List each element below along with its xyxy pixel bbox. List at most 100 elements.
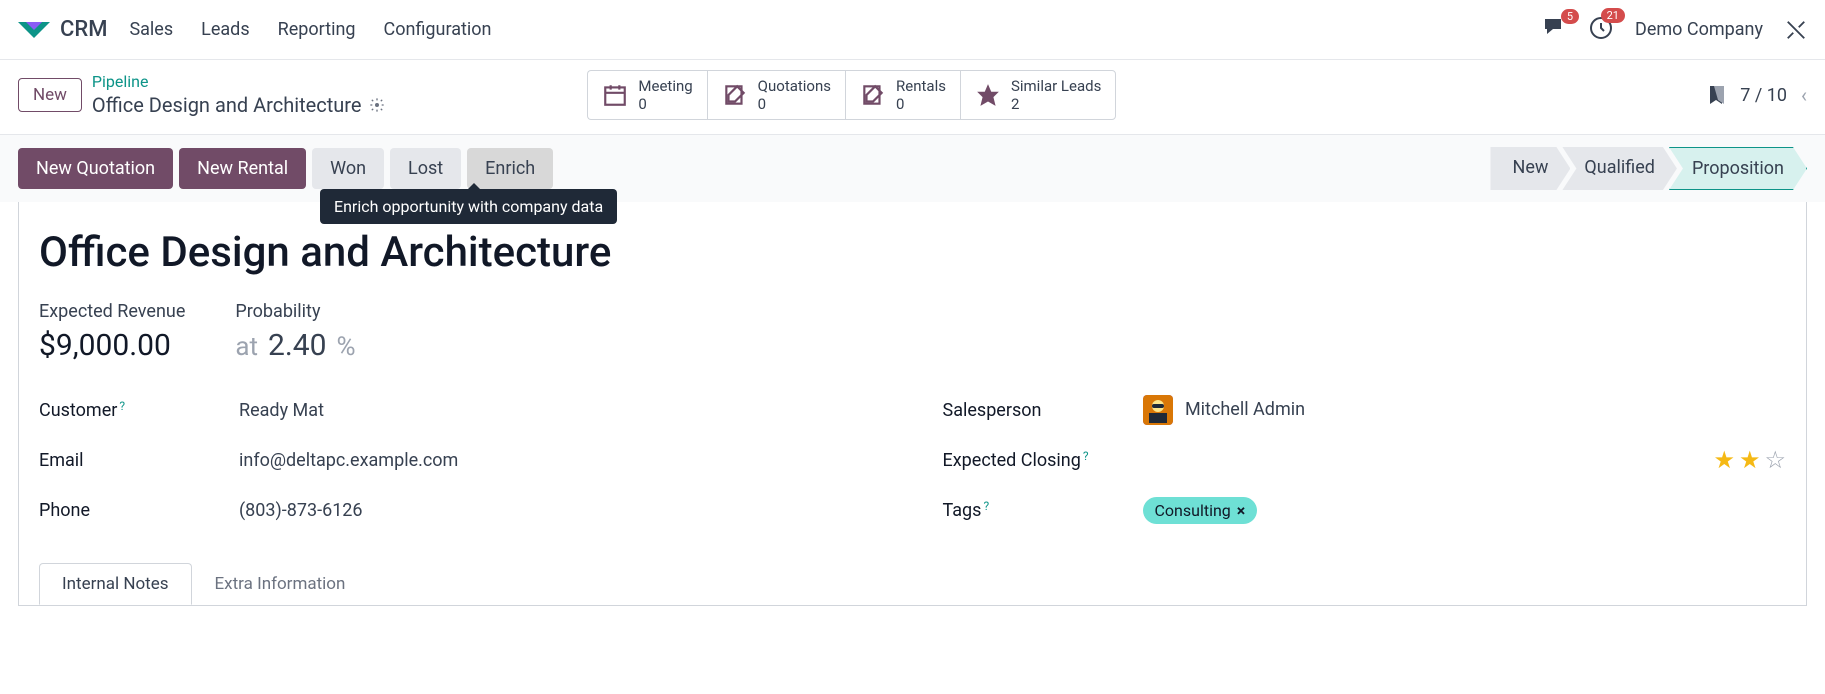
breadcrumb-link[interactable]: Pipeline bbox=[92, 72, 386, 93]
expected-closing-label: Expected Closing? bbox=[943, 450, 1143, 471]
app-logo[interactable] bbox=[18, 18, 50, 42]
stat-value: 0 bbox=[758, 95, 831, 113]
probability-label: Probability bbox=[235, 301, 355, 322]
expected-revenue-label: Expected Revenue bbox=[39, 301, 185, 322]
new-rental-button[interactable]: New Rental bbox=[179, 148, 306, 189]
form-sheet: Office Design and Architecture Expected … bbox=[18, 202, 1807, 606]
topnav-right: 5 21 Demo Company bbox=[1543, 16, 1807, 44]
nav-reporting[interactable]: Reporting bbox=[278, 19, 356, 40]
probability-field: Probability at 2.40 % bbox=[235, 301, 355, 363]
customer-row: Customer? Ready Mat bbox=[39, 393, 883, 427]
nav-configuration[interactable]: Configuration bbox=[384, 19, 492, 40]
help-icon[interactable]: ? bbox=[983, 499, 989, 513]
activities-icon[interactable]: 21 bbox=[1589, 16, 1613, 44]
edit-icon bbox=[860, 82, 886, 108]
control-right: 7 / 10 ‹ bbox=[1708, 83, 1807, 107]
nav-links: Sales Leads Reporting Configuration bbox=[129, 19, 491, 40]
nav-sales[interactable]: Sales bbox=[129, 19, 173, 40]
email-value[interactable]: info@deltapc.example.com bbox=[239, 450, 458, 471]
control-row: New Pipeline Office Design and Architect… bbox=[0, 60, 1825, 135]
stat-label: Quotations bbox=[758, 77, 831, 95]
tools-icon[interactable] bbox=[1785, 19, 1807, 41]
tags-label: Tags? bbox=[943, 500, 1143, 521]
customer-value[interactable]: Ready Mat bbox=[239, 400, 324, 421]
star-2[interactable]: ★ bbox=[1739, 446, 1761, 474]
tabs: Internal Notes Extra Information bbox=[39, 563, 1786, 605]
tags-row: Tags? Consulting × bbox=[943, 493, 1787, 527]
tag-consulting[interactable]: Consulting × bbox=[1143, 497, 1258, 524]
probability-at: at bbox=[235, 332, 258, 362]
messages-icon[interactable]: 5 bbox=[1543, 17, 1567, 43]
phone-value[interactable]: (803)-873-6126 bbox=[239, 500, 363, 521]
salesperson-row: Salesperson Mitchell Admin bbox=[943, 393, 1787, 427]
stage-qualified[interactable]: Qualified bbox=[1562, 147, 1677, 190]
activities-badge: 21 bbox=[1601, 8, 1625, 23]
company-name[interactable]: Demo Company bbox=[1635, 19, 1763, 40]
stage-new[interactable]: New bbox=[1490, 147, 1570, 190]
stat-label: Meeting bbox=[638, 77, 692, 95]
expected-revenue-field: Expected Revenue $9,000.00 bbox=[39, 301, 185, 363]
star-icon bbox=[975, 82, 1001, 108]
enrich-tooltip: Enrich opportunity with company data bbox=[320, 189, 617, 224]
help-icon[interactable]: ? bbox=[1083, 449, 1089, 463]
expected-revenue-value[interactable]: $9,000.00 bbox=[39, 328, 185, 363]
stage-proposition[interactable]: Proposition bbox=[1669, 147, 1807, 190]
form-columns: Customer? Ready Mat Email info@deltapc.e… bbox=[39, 393, 1786, 543]
app-name[interactable]: CRM bbox=[60, 17, 107, 42]
salesperson-value[interactable]: Mitchell Admin bbox=[1143, 395, 1306, 425]
salesperson-name: Mitchell Admin bbox=[1185, 399, 1305, 420]
salesperson-label: Salesperson bbox=[943, 400, 1143, 421]
stat-quotations[interactable]: Quotations0 bbox=[707, 70, 845, 120]
chevron-left-icon[interactable]: ‹ bbox=[1801, 83, 1807, 107]
customer-label: Customer? bbox=[39, 400, 239, 421]
left-column: Customer? Ready Mat Email info@deltapc.e… bbox=[39, 393, 883, 543]
phone-row: Phone (803)-873-6126 bbox=[39, 493, 883, 527]
breadcrumb-current-text: Office Design and Architecture bbox=[92, 92, 362, 118]
priority-stars: ★ ★ ☆ bbox=[1713, 446, 1786, 474]
stat-value: 0 bbox=[638, 95, 692, 113]
probability-value[interactable]: 2.40 bbox=[268, 328, 327, 363]
lost-button[interactable]: Lost bbox=[390, 148, 461, 189]
won-button[interactable]: Won bbox=[312, 148, 384, 189]
tag-label: Consulting bbox=[1155, 501, 1231, 520]
calendar-icon bbox=[602, 82, 628, 108]
stat-meeting[interactable]: Meeting0 bbox=[587, 70, 706, 120]
stat-label: Rentals bbox=[896, 77, 946, 95]
right-column: Salesperson Mitchell Admin Expected Clos… bbox=[943, 393, 1787, 543]
stage-bar: New Qualified Proposition bbox=[1490, 147, 1807, 190]
edit-icon bbox=[722, 82, 748, 108]
expected-closing-row: Expected Closing? ★ ★ ☆ bbox=[943, 443, 1787, 477]
tags-value[interactable]: Consulting × bbox=[1143, 497, 1258, 524]
messages-badge: 5 bbox=[1561, 9, 1579, 24]
gear-icon[interactable] bbox=[369, 97, 385, 113]
new-quotation-button[interactable]: New Quotation bbox=[18, 148, 173, 189]
bookmark-icon[interactable] bbox=[1708, 84, 1726, 106]
revenue-probability-row: Expected Revenue $9,000.00 Probability a… bbox=[39, 301, 1786, 363]
stat-label: Similar Leads bbox=[1011, 77, 1101, 95]
star-3[interactable]: ☆ bbox=[1764, 446, 1786, 474]
avatar bbox=[1143, 395, 1173, 425]
stat-boxes: Meeting0 Quotations0 Rentals0 Similar Le… bbox=[587, 70, 1116, 120]
star-1[interactable]: ★ bbox=[1713, 446, 1735, 474]
email-row: Email info@deltapc.example.com bbox=[39, 443, 883, 477]
stat-value: 2 bbox=[1011, 95, 1101, 113]
breadcrumb: Pipeline Office Design and Architecture bbox=[92, 72, 386, 119]
top-nav: CRM Sales Leads Reporting Configuration … bbox=[0, 0, 1825, 60]
email-label: Email bbox=[39, 450, 239, 471]
nav-leads[interactable]: Leads bbox=[201, 19, 249, 40]
breadcrumb-current: Office Design and Architecture bbox=[92, 92, 386, 118]
phone-label: Phone bbox=[39, 500, 239, 521]
stat-similar-leads[interactable]: Similar Leads2 bbox=[960, 70, 1116, 120]
enrich-button[interactable]: Enrich bbox=[467, 148, 553, 189]
tag-remove-icon[interactable]: × bbox=[1237, 501, 1246, 520]
action-bar: New Quotation New Rental Won Lost Enrich… bbox=[0, 135, 1825, 202]
new-button[interactable]: New bbox=[18, 78, 82, 112]
tab-extra-information[interactable]: Extra Information bbox=[192, 563, 369, 605]
pager[interactable]: 7 / 10 bbox=[1740, 85, 1787, 106]
stat-rentals[interactable]: Rentals0 bbox=[845, 70, 960, 120]
tab-internal-notes[interactable]: Internal Notes bbox=[39, 563, 192, 605]
help-icon[interactable]: ? bbox=[119, 399, 125, 413]
probability-percent: % bbox=[337, 332, 356, 362]
record-title[interactable]: Office Design and Architecture bbox=[39, 228, 1786, 277]
stat-value: 0 bbox=[896, 95, 946, 113]
